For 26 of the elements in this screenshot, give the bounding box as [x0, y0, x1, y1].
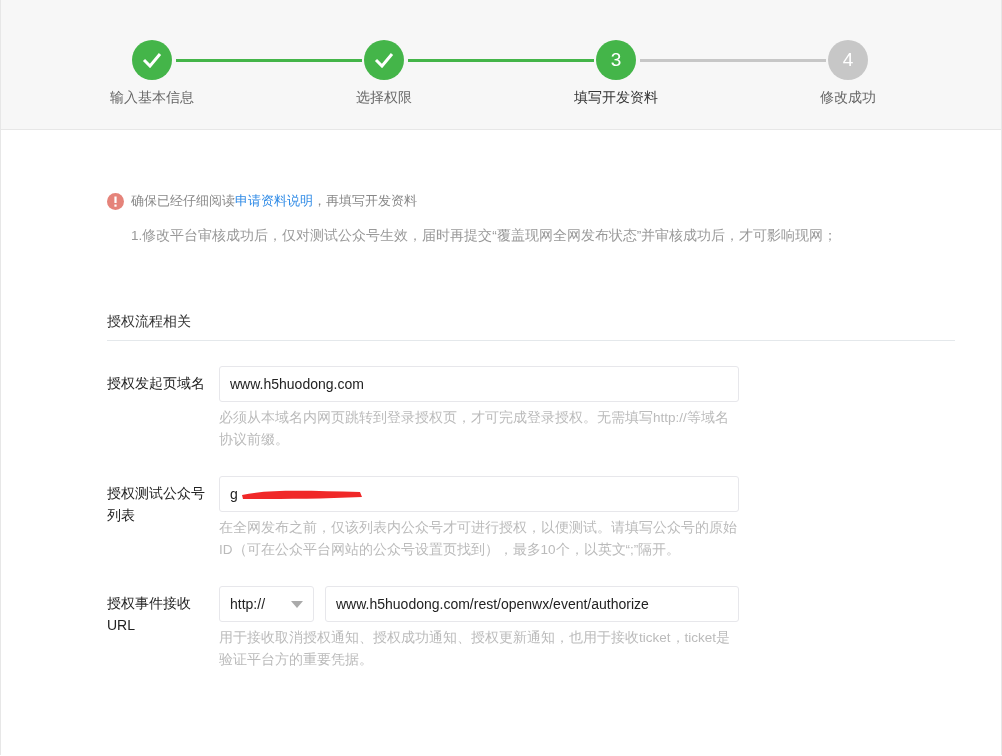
step-label: 修改成功	[820, 89, 876, 107]
caret-icon	[291, 600, 303, 608]
section-title: 授权流程相关	[107, 313, 955, 341]
warning-icon	[107, 192, 124, 210]
field-label: 授权发起页域名	[107, 374, 206, 393]
field-hint: 用于接收取消授权通知、授权成功通知、授权更新通知，也用于接收ticket，ticket是验证平台方的重要凭据。	[219, 629, 732, 669]
field-value: g	[230, 486, 238, 502]
input-field[interactable]: www.h5huodong.com/rest/openwx/event/authorize	[325, 586, 739, 622]
field-hint: 必须从本域名内网页跳转到登录授权页，才可完成登录授权。无需填写http://等域名协议前缀。	[219, 409, 730, 449]
check-icon	[142, 52, 162, 68]
input-field[interactable]: g	[219, 476, 739, 512]
field-label: 授权事件接收URL	[107, 594, 192, 635]
step-number: 3	[610, 49, 622, 71]
step-number: 4	[842, 49, 854, 71]
check-icon	[374, 52, 394, 68]
step-label: 输入基本信息	[110, 89, 194, 107]
input-field[interactable]: www.h5huodong.com	[219, 366, 739, 402]
field-hint: 在全网发布之前，仅该列表内公众号才可进行授权，以便测试。请填写公众号的原始ID（可在公众平台网站的公众号设置页找到），最多10个，以英文“;”隔开。	[219, 519, 738, 559]
notice-text: 确保已经仔细阅读申请资料说明，再填写开发资料	[131, 192, 417, 210]
step-label: 填写开发资料	[574, 89, 658, 107]
field-label: 授权测试公众号列表	[107, 484, 206, 525]
guide-link[interactable]: 申请资料说明	[235, 193, 313, 208]
field-value: www.h5huodong.com	[230, 376, 364, 392]
protocol-dropdown[interactable]: http://	[219, 586, 314, 622]
note-text: 1.修改平台审核成功后，仅对测试公众号生效，届时再提交“覆盖现网全网发布状态”并审核成功后，才可影响现网；	[131, 227, 839, 245]
step-label: 选择权限	[356, 89, 412, 107]
